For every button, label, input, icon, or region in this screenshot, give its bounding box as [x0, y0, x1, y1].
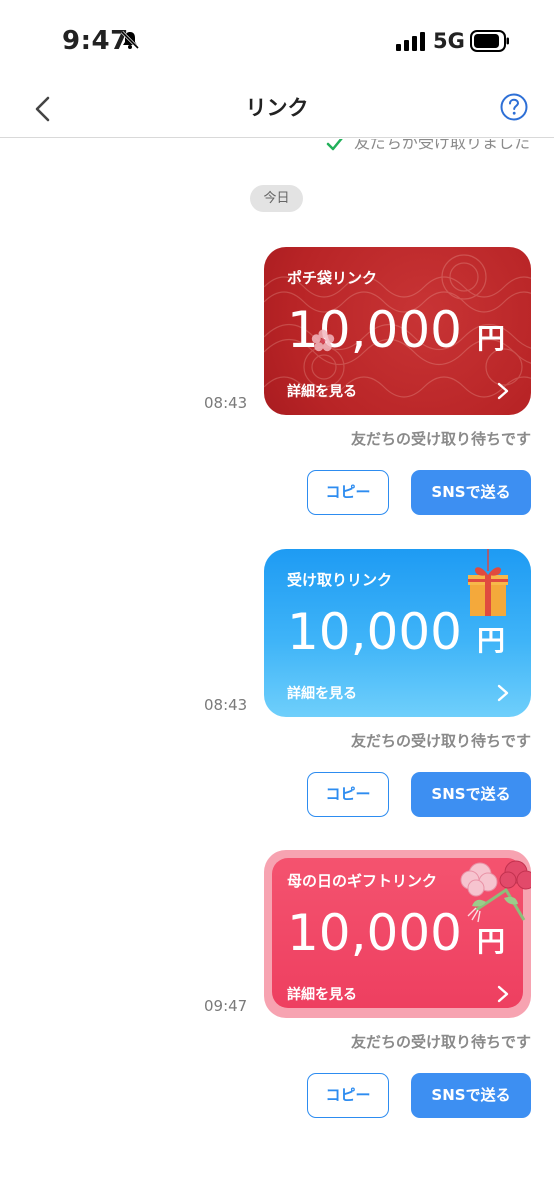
question-circle-icon[interactable] [499, 92, 529, 122]
previous-status: 友だちが受け取りました [326, 139, 530, 153]
signal-icon [396, 32, 425, 51]
chevron-right-icon [497, 382, 509, 400]
gift-box-icon [468, 549, 508, 616]
card-currency: 円 [477, 322, 506, 355]
plum-blossom-icon [311, 329, 335, 352]
card-label: ポチ袋リンク [287, 269, 378, 287]
message-item: 09:47 母の日のギフトリンク 10,000 円 詳細を見る 友だちの受け取り… [0, 850, 554, 1140]
card-detail-link[interactable]: 詳細を見る [287, 683, 357, 703]
nav-bar: リンク [0, 80, 554, 138]
message-status: 友だちの受け取り待ちです [350, 1033, 531, 1051]
bell-muted-icon [120, 30, 140, 50]
gift-link-card[interactable]: 受け取りリンク 10,000 円 詳細を見る [264, 549, 531, 717]
status-time: 9:47 [62, 26, 129, 56]
message-time: 08:43 [204, 394, 248, 412]
status-bar: 9:47 5G [0, 0, 554, 80]
message-list: 友だちが受け取りました 今日 08:43 ポチ袋リンク 10,000 円 詳細を… [0, 139, 554, 1200]
card-amount: 10,000 [287, 904, 462, 962]
page-title: リンク [245, 96, 309, 120]
network-label: 5G [433, 29, 465, 53]
message-status: 友だちの受け取り待ちです [350, 732, 531, 750]
sns-send-button[interactable]: SNSで送る [411, 470, 531, 515]
card-label: 受け取りリンク [287, 571, 393, 589]
chevron-right-icon [497, 985, 509, 1003]
chevron-right-icon [497, 684, 509, 702]
message-status: 友だちの受け取り待ちです [350, 430, 531, 448]
message-time: 08:43 [204, 696, 248, 714]
copy-button[interactable]: コピー [307, 470, 389, 515]
copy-button[interactable]: コピー [307, 1073, 389, 1118]
card-currency: 円 [477, 624, 506, 657]
message-time: 09:47 [204, 997, 248, 1015]
previous-status-text: 友だちが受け取りました [354, 139, 531, 152]
card-detail-link[interactable]: 詳細を見る [287, 984, 357, 1004]
gift-link-card[interactable]: 母の日のギフトリンク 10,000 円 詳細を見る [264, 850, 531, 1018]
carnation-flower-icon [460, 860, 531, 923]
checkmark-icon [326, 139, 343, 150]
gift-link-card[interactable]: ポチ袋リンク 10,000 円 詳細を見る [264, 247, 531, 415]
message-item: 08:43 ポチ袋リンク 10,000 円 詳細を見る 友だちの受け取り待ちです… [0, 247, 554, 537]
card-label: 母の日のギフトリンク [287, 872, 438, 890]
message-item: 08:43 受け取りリンク 10,000 円 詳細を見る 友だちの受け取り待ちで… [0, 549, 554, 839]
day-separator: 今日 [250, 185, 303, 212]
card-detail-link[interactable]: 詳細を見る [287, 381, 357, 401]
sns-send-button[interactable]: SNSで送る [411, 772, 531, 817]
copy-button[interactable]: コピー [307, 772, 389, 817]
sns-send-button[interactable]: SNSで送る [411, 1073, 531, 1118]
battery-icon [470, 30, 509, 52]
card-amount: 10,000 [287, 603, 462, 661]
